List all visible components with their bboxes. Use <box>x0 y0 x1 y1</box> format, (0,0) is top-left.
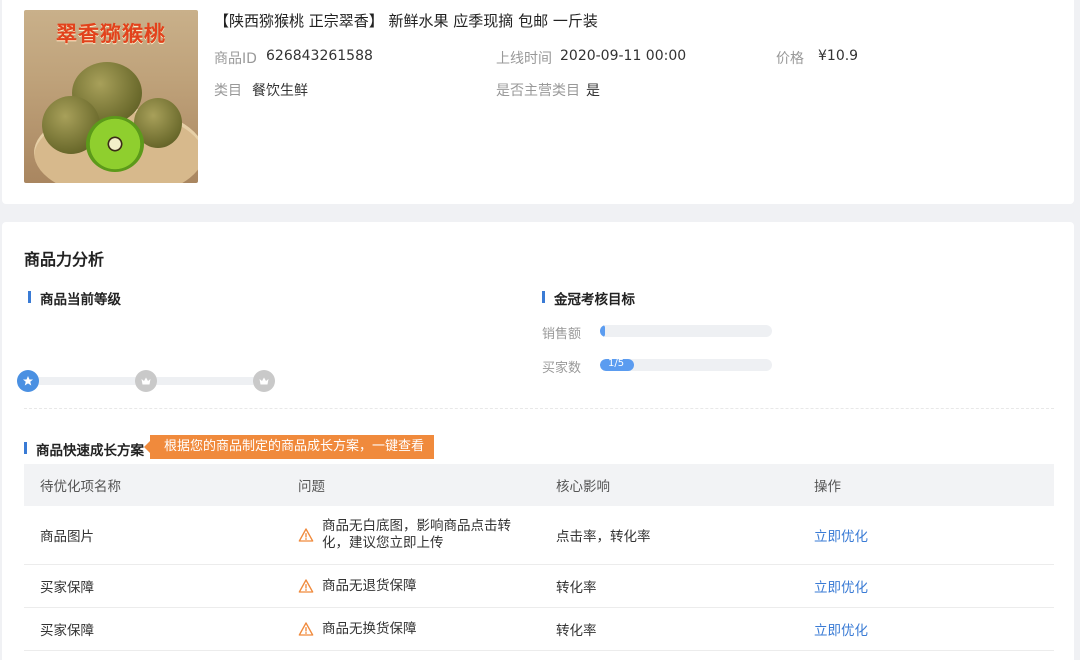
price-label: 价格 <box>776 51 804 67</box>
issue-text: 商品无白底图，影响商品点击转化，建议您立即上传 <box>322 518 511 551</box>
product-card: 翠香猕猴桃 【陕西猕猴桃 正宗翠香】 新鲜水果 应季现摘 包邮 一斤装 商品ID… <box>2 0 1074 204</box>
divider <box>24 408 1054 409</box>
star-icon <box>17 370 39 392</box>
sales-progress-fill <box>600 325 606 337</box>
growth-plan-tip[interactable]: 根据您的商品制定的商品成长方案，一键查看 <box>143 435 435 459</box>
item-name: 商品图片 <box>24 506 282 565</box>
online-time-value: 2020-09-11 00:00 <box>560 48 687 64</box>
column-header: 问题 <box>282 464 540 506</box>
table-row: 买家保障 商品无换货保障 转化率 立即优化 <box>24 607 1054 651</box>
impact-cell: 转化率 <box>540 607 798 651</box>
issue-text: 商品无换货保障 <box>322 620 417 637</box>
issue-cell: 商品无换货保障 <box>282 607 540 651</box>
category-value: 餐饮生鲜 <box>252 83 308 99</box>
product-image[interactable]: 翠香猕猴桃 <box>24 10 198 183</box>
analysis-card: 商品力分析 商品当前等级 金冠考核目标 销售额 买家数 1/5 商品快速成长方案… <box>2 222 1074 660</box>
table-row: 商品图片 商品无白底图，影响商品点击转化，建议您立即上传 点击率，转化率 立即优… <box>24 506 1054 565</box>
issue-cell: 商品无白底图，影响商品点击转化，建议您立即上传 <box>282 506 540 565</box>
table-header: 待优化项名称 问题 核心影响 操作 <box>24 464 1054 506</box>
online-time-label: 上线时间 <box>496 51 552 67</box>
crown-icon <box>135 370 157 392</box>
table-row: 买家保障 商品无退货保障 转化率 立即优化 <box>24 564 1054 608</box>
crown-icon <box>253 370 275 392</box>
warning-icon <box>298 579 314 593</box>
main-category-label: 是否主营类目 <box>496 83 580 99</box>
impact-cell: 点击率，转化率 <box>540 506 798 565</box>
buyers-label: 买家数 <box>542 361 582 376</box>
product-id-value: 626843261588 <box>266 48 373 64</box>
product-id-label: 商品ID <box>214 51 257 67</box>
sales-label: 销售额 <box>542 327 582 342</box>
item-name: 买家保障 <box>24 607 282 651</box>
sales-progress-bar <box>600 325 772 337</box>
column-header: 核心影响 <box>540 464 798 506</box>
impact-cell: 转化率 <box>540 564 798 608</box>
growth-plan-title: 商品快速成长方案 <box>24 439 144 459</box>
product-title[interactable]: 【陕西猕猴桃 正宗翠香】 新鲜水果 应季现摘 包邮 一斤装 <box>214 10 654 32</box>
category-label: 类目 <box>214 83 242 99</box>
column-header: 待优化项名称 <box>24 464 282 506</box>
goal-title: 金冠考核目标 <box>542 288 635 308</box>
main-category-value: 是 <box>586 83 600 99</box>
buyers-progress-text: 1/5 <box>608 359 625 369</box>
column-header: 操作 <box>798 464 1054 506</box>
item-name: 买家保障 <box>24 564 282 608</box>
price-value: ¥10.9 <box>818 48 859 64</box>
optimize-now-link[interactable]: 立即优化 <box>814 623 868 639</box>
product-image-text: 翠香猕猴桃 <box>56 22 166 46</box>
warning-icon <box>298 528 314 542</box>
optimize-now-link[interactable]: 立即优化 <box>814 580 868 596</box>
issue-text: 商品无退货保障 <box>322 577 417 594</box>
optimization-table: 待优化项名称 问题 核心影响 操作 商品图片 商品无白底图，影响商品点击转化，建… <box>24 464 1054 651</box>
buyers-progress-bar: 1/5 <box>600 359 772 371</box>
section-title: 商品力分析 <box>24 250 105 269</box>
current-level-title: 商品当前等级 <box>28 288 121 308</box>
warning-icon <box>298 622 314 636</box>
optimize-now-link[interactable]: 立即优化 <box>814 529 868 545</box>
issue-cell: 商品无退货保障 <box>282 564 540 608</box>
